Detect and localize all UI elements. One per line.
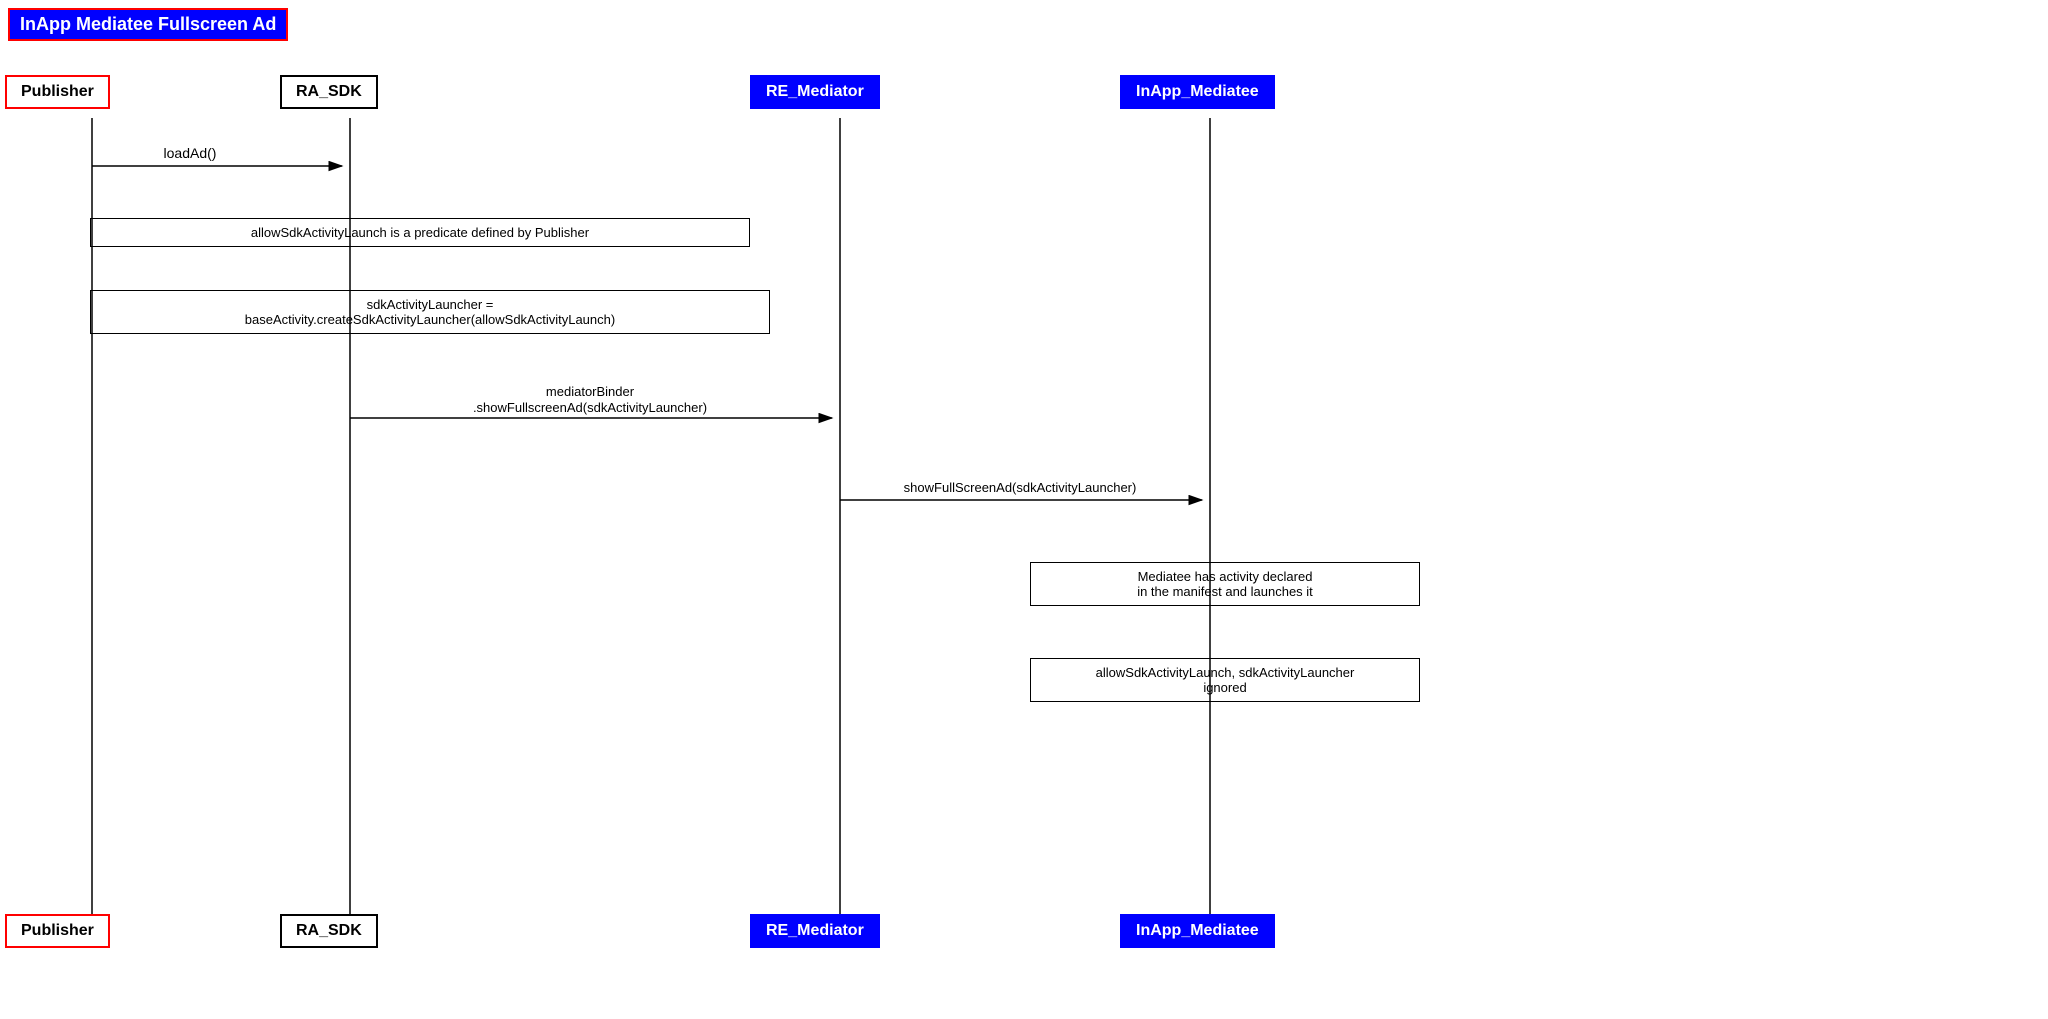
note-mediatee-activity: Mediatee has activity declaredin the man…	[1030, 562, 1420, 606]
participant-inappmediatee-bottom: InApp_Mediatee	[1120, 914, 1275, 948]
sequence-diagram: InApp Mediatee Fullscreen Ad Publisher R…	[0, 0, 2048, 1019]
note-sdk-activity-launcher: sdkActivityLauncher =baseActivity.create…	[90, 290, 770, 334]
participant-publisher-bottom: Publisher	[5, 914, 110, 948]
participant-rasdk-bottom: RA_SDK	[280, 914, 378, 948]
participant-rasdk-top: RA_SDK	[280, 75, 378, 109]
svg-text:mediatorBinder: mediatorBinder	[546, 384, 635, 399]
svg-text:loadAd(): loadAd()	[164, 145, 217, 161]
svg-text:.showFullscreenAd(sdkActivityL: .showFullscreenAd(sdkActivityLauncher)	[473, 400, 707, 415]
participant-remediator-bottom: RE_Mediator	[750, 914, 880, 948]
diagram-title: InApp Mediatee Fullscreen Ad	[8, 8, 288, 41]
participant-remediator-top: RE_Mediator	[750, 75, 880, 109]
participant-publisher-top: Publisher	[5, 75, 110, 109]
note-predicate: allowSdkActivityLaunch is a predicate de…	[90, 218, 750, 247]
note-ignored: allowSdkActivityLaunch, sdkActivityLaunc…	[1030, 658, 1420, 702]
participant-inappmediatee-top: InApp_Mediatee	[1120, 75, 1275, 109]
diagram-svg: loadAd() mediatorBinder .showFullscreenA…	[0, 0, 2048, 1019]
svg-text:showFullScreenAd(sdkActivityLa: showFullScreenAd(sdkActivityLauncher)	[904, 480, 1137, 495]
